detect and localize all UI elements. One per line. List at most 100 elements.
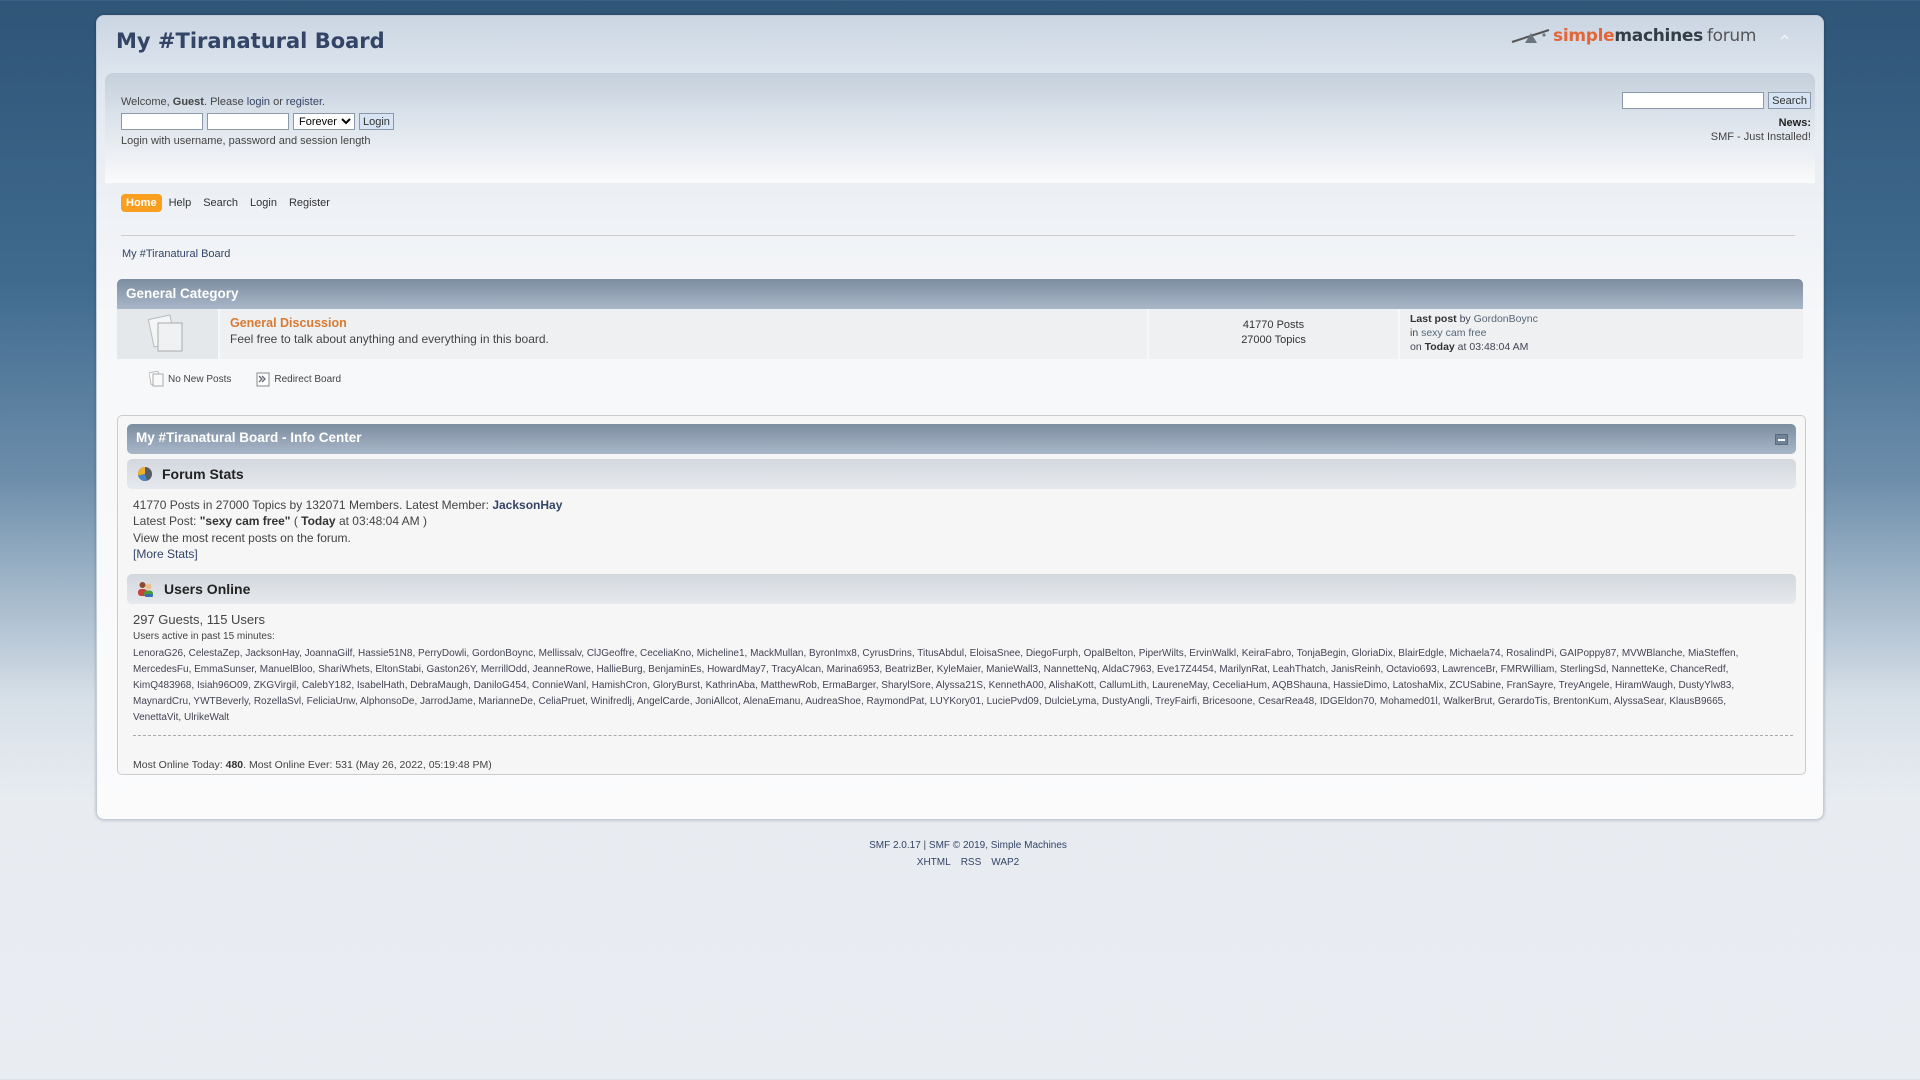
register-link[interactable]: register <box>286 96 322 108</box>
online-user-link[interactable]: OpalBelton <box>1084 648 1133 659</box>
online-user-link[interactable]: LUYKory01 <box>930 696 981 707</box>
latest-post-link[interactable]: "sexy cam free" <box>200 514 291 528</box>
online-user-link[interactable]: EmmaSunser <box>194 664 254 675</box>
online-user-link[interactable]: LuciePvd09 <box>987 696 1039 707</box>
online-user-link[interactable]: CeceliaKno <box>640 648 691 659</box>
online-user-link[interactable]: ZCUSabine <box>1449 680 1501 691</box>
online-user-link[interactable]: CallumLith <box>1099 680 1146 691</box>
online-user-link[interactable]: AngelCarde <box>637 696 690 707</box>
username-input[interactable] <box>121 113 203 130</box>
online-user-link[interactable]: DustyAngli <box>1102 696 1150 707</box>
online-user-link[interactable]: FeliciaUnw <box>307 696 355 707</box>
online-user-link[interactable]: KlausB9665 <box>1669 696 1723 707</box>
xhtml-link[interactable]: XHTML <box>917 854 951 871</box>
online-user-link[interactable]: AlyssaSear <box>1614 696 1664 707</box>
online-user-link[interactable]: CalebY182 <box>302 680 351 691</box>
online-user-link[interactable]: LawrenceBr <box>1442 664 1495 675</box>
online-user-link[interactable]: Isiah96O09 <box>197 680 248 691</box>
online-user-link[interactable]: GerardoTis <box>1498 696 1548 707</box>
menu-item-help[interactable]: Help <box>164 194 197 212</box>
online-user-link[interactable]: AlphonsoDe <box>360 696 414 707</box>
online-user-link[interactable]: VenettaVit <box>133 712 178 723</box>
online-user-link[interactable]: Michaela74 <box>1449 648 1500 659</box>
online-user-link[interactable]: Mohamed01l <box>1380 696 1438 707</box>
online-user-link[interactable]: KyleMaier <box>937 664 981 675</box>
menu-item-register[interactable]: Register <box>284 194 335 212</box>
online-user-link[interactable]: TreyAngele <box>1559 680 1610 691</box>
recent-posts-link[interactable]: View the most recent posts on the forum. <box>133 530 562 546</box>
online-user-link[interactable]: YWTBeverly <box>193 696 248 707</box>
online-user-link[interactable]: NannetteNq <box>1044 664 1097 675</box>
online-user-link[interactable]: Eve17Z4454 <box>1157 664 1214 675</box>
session-length-select[interactable]: Forever <box>293 113 355 130</box>
online-user-link[interactable]: GloryBurst <box>653 680 700 691</box>
online-user-link[interactable]: RaymondPat <box>867 696 925 707</box>
online-user-link[interactable]: RozellaSvl <box>254 696 301 707</box>
online-user-link[interactable]: ConnieWanl <box>532 680 586 691</box>
online-user-link[interactable]: KimQ483968 <box>133 680 191 691</box>
online-user-link[interactable]: MackMullan <box>750 648 803 659</box>
online-user-link[interactable]: CyrusDrins <box>862 648 911 659</box>
online-user-link[interactable]: JanisReinh <box>1331 664 1380 675</box>
online-user-link[interactable]: CeliaPruet <box>538 696 585 707</box>
online-user-link[interactable]: Marina6953 <box>827 664 880 675</box>
online-user-link[interactable]: ErvinWalkl <box>1189 648 1236 659</box>
online-user-link[interactable]: KeiraFabro <box>1242 648 1291 659</box>
online-user-link[interactable]: BrentonKum <box>1553 696 1609 707</box>
online-user-link[interactable]: FranSayre <box>1507 680 1554 691</box>
online-user-link[interactable]: AldaC7963 <box>1102 664 1151 675</box>
online-user-link[interactable]: PerryDowli <box>418 648 466 659</box>
online-user-link[interactable]: ShariWhets <box>318 664 370 675</box>
online-user-link[interactable]: DaniloG454 <box>474 680 527 691</box>
board-name-link[interactable]: General Discussion <box>230 316 347 330</box>
online-user-link[interactable]: SharylSore <box>881 680 930 691</box>
online-user-link[interactable]: GloriaDix <box>1352 648 1393 659</box>
online-user-link[interactable]: LenoraG26 <box>133 648 183 659</box>
online-user-link[interactable]: AlenaEmanu <box>743 696 800 707</box>
collapse-minus-icon[interactable] <box>1775 434 1788 445</box>
smf-logo[interactable]: simplemachines forum <box>1511 26 1756 46</box>
online-user-link[interactable]: Winifredlj <box>591 696 632 707</box>
login-link[interactable]: login <box>247 96 270 108</box>
online-user-link[interactable]: DebraMaugh <box>410 680 468 691</box>
menu-item-search[interactable]: Search <box>198 194 243 212</box>
online-user-link[interactable]: MarianneDe <box>478 696 532 707</box>
online-user-link[interactable]: HiramWaugh <box>1615 680 1673 691</box>
online-user-link[interactable]: ErmaBarger <box>822 680 875 691</box>
online-user-link[interactable]: DiegoFurph <box>1026 648 1078 659</box>
online-user-link[interactable]: RosalindPi <box>1506 648 1554 659</box>
smf-copyright-link[interactable]: SMF © 2019 <box>929 840 985 851</box>
online-user-link[interactable]: FMRWilliam <box>1501 664 1555 675</box>
online-user-link[interactable]: EltonStabi <box>375 664 421 675</box>
online-user-link[interactable]: HassieDimo <box>1333 680 1387 691</box>
upshrink-chevron-up-icon[interactable]: ⌃ <box>1777 32 1792 53</box>
last-post-topic-link[interactable]: sexy cam free <box>1421 327 1486 339</box>
online-user-link[interactable]: EloisaSnee <box>970 648 1021 659</box>
smf-version-link[interactable]: SMF 2.0.17 <box>869 840 921 851</box>
online-user-link[interactable]: BeatrizBer <box>885 664 931 675</box>
simple-machines-link[interactable]: Simple Machines <box>991 840 1067 851</box>
online-user-link[interactable]: CesarRea48 <box>1258 696 1314 707</box>
online-user-link[interactable]: CeceliaHum <box>1212 680 1266 691</box>
category-header[interactable]: General Category <box>117 279 1803 309</box>
online-user-link[interactable]: ManuelBloo <box>260 664 313 675</box>
online-user-link[interactable]: KathrinAba <box>706 680 755 691</box>
online-user-link[interactable]: SterlingSd <box>1560 664 1606 675</box>
online-user-link[interactable]: AQBShauna <box>1272 680 1328 691</box>
online-user-link[interactable]: TitusAbdul <box>917 648 964 659</box>
online-user-link[interactable]: IsabelHath <box>357 680 405 691</box>
online-user-link[interactable]: PiperWilts <box>1139 648 1184 659</box>
online-user-link[interactable]: LeahThatch <box>1273 664 1326 675</box>
online-user-link[interactable]: JoniAllcot <box>695 696 738 707</box>
online-user-link[interactable]: Mellissalv <box>539 648 582 659</box>
wap2-link[interactable]: WAP2 <box>991 854 1019 871</box>
online-user-link[interactable]: TreyFairfi <box>1155 696 1197 707</box>
online-user-link[interactable]: MiaSteffen <box>1688 648 1736 659</box>
latest-member-link[interactable]: JacksonHay <box>492 498 562 512</box>
online-user-link[interactable]: GAIPoppy87 <box>1560 648 1617 659</box>
online-user-link[interactable]: CelestaZep <box>189 648 240 659</box>
menu-item-home[interactable]: Home <box>121 194 162 212</box>
online-user-link[interactable]: Gaston26Y <box>427 664 476 675</box>
online-user-link[interactable]: NannetteKe <box>1612 664 1665 675</box>
login-button[interactable]: Login <box>359 113 394 130</box>
